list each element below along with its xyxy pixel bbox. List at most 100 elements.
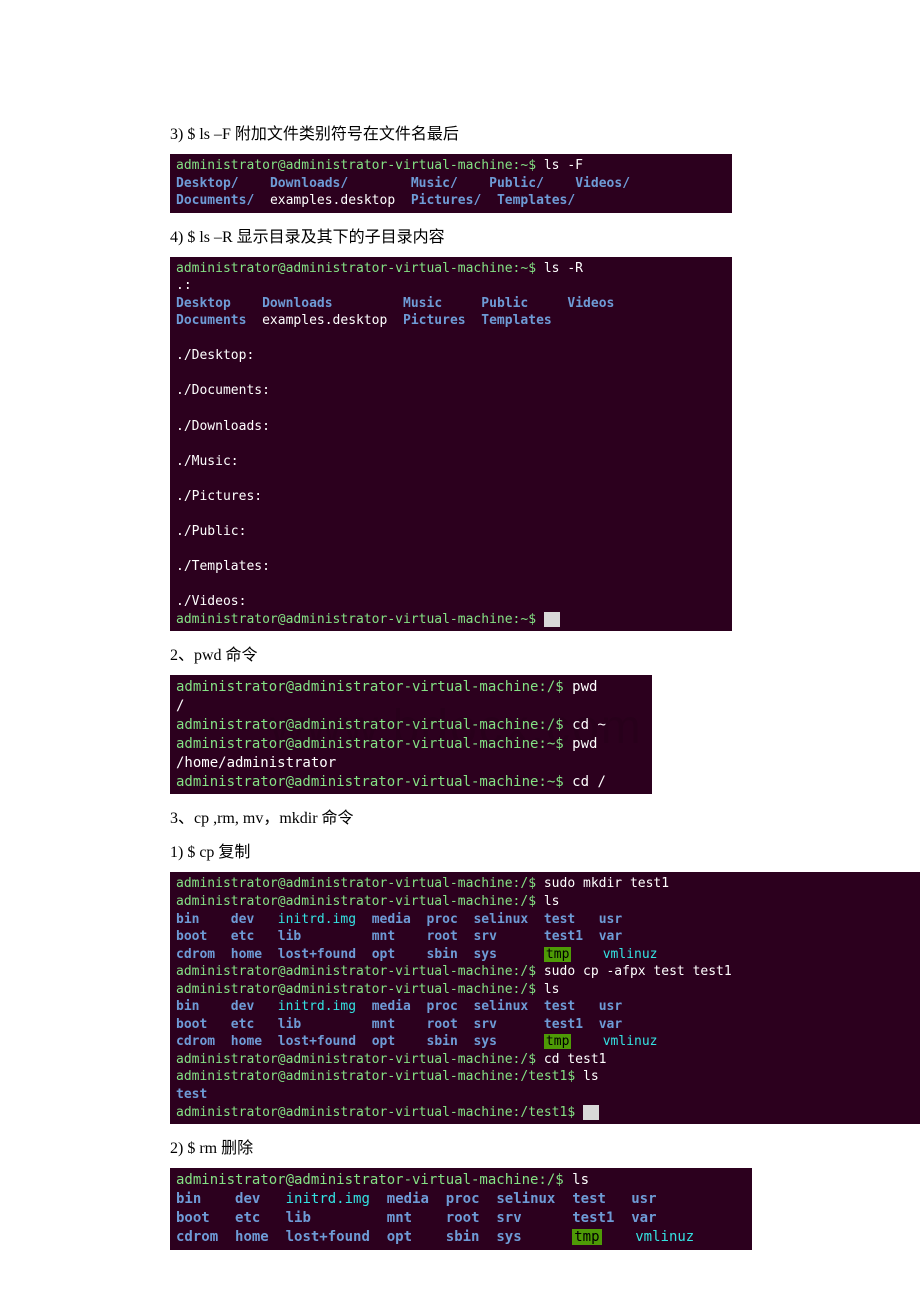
cmd: ls	[544, 982, 560, 997]
cmd: pwd	[572, 736, 597, 752]
prompt: administrator@administrator-virtual-mach…	[176, 876, 536, 891]
entry: initrd.img	[286, 1191, 370, 1207]
entry: cdrom	[176, 947, 215, 962]
entry: boot	[176, 1017, 207, 1032]
terminal-lsF: administrator@administrator-virtual-mach…	[170, 154, 732, 213]
entry: test	[176, 1087, 207, 1102]
prompt: administrator@administrator-virtual-mach…	[176, 1105, 575, 1120]
cmd: cd /	[572, 774, 606, 790]
entry: test1	[544, 929, 583, 944]
entry: var	[631, 1210, 656, 1226]
entry: dev	[231, 912, 254, 927]
heading-lsF: 3) $ ls –F 附加文件类别符号在文件名最后	[170, 120, 750, 144]
entry: mnt	[387, 1210, 412, 1226]
entry: boot	[176, 1210, 210, 1226]
prompt: administrator@administrator-virtual-mach…	[176, 982, 536, 997]
prompt: administrator@administrator-virtual-mach…	[176, 612, 536, 627]
entry: Desktop/	[176, 176, 239, 191]
document-page: 3) $ ls –F 附加文件类别符号在文件名最后 administrator@…	[0, 0, 920, 1290]
entry: boot	[176, 929, 207, 944]
entry: lib	[278, 929, 301, 944]
entry: vmlinuz	[635, 1229, 694, 1245]
prompt: administrator@administrator-virtual-mach…	[176, 158, 536, 173]
subdir: ./Templates:	[176, 559, 270, 574]
entry: bin	[176, 912, 199, 927]
entry: cdrom	[176, 1229, 218, 1245]
entry: sbin	[427, 1034, 458, 1049]
entry: sbin	[427, 947, 458, 962]
terminal-rm: administrator@administrator-virtual-mach…	[170, 1168, 752, 1250]
entry: Music	[403, 296, 442, 311]
entry: cdrom	[176, 1034, 215, 1049]
entry: srv	[496, 1210, 521, 1226]
entry: Pictures	[403, 313, 466, 328]
entry: srv	[473, 929, 496, 944]
entry: examples.desktop	[270, 193, 395, 208]
entry: Videos	[567, 296, 614, 311]
cmd: ls	[572, 1172, 589, 1188]
entry: usr	[599, 912, 622, 927]
entry: test1	[544, 1017, 583, 1032]
entry: home	[231, 1034, 262, 1049]
cmd: ls	[544, 894, 560, 909]
prompt: administrator@administrator-virtual-mach…	[176, 261, 536, 276]
entry: lost+found	[286, 1229, 370, 1245]
cmd: cd ~	[572, 717, 606, 733]
entry: lib	[286, 1210, 311, 1226]
entry: etc	[235, 1210, 260, 1226]
entry: proc	[446, 1191, 480, 1207]
entry: selinux	[473, 999, 528, 1014]
entry: test	[544, 999, 575, 1014]
entry: Pictures/	[411, 193, 481, 208]
entry: dev	[231, 999, 254, 1014]
entry: selinux	[496, 1191, 555, 1207]
subdir: ./Pictures:	[176, 489, 262, 504]
entry: mnt	[372, 929, 395, 944]
entry: opt	[372, 947, 395, 962]
entry: media	[372, 912, 411, 927]
entry: media	[372, 999, 411, 1014]
entry: usr	[631, 1191, 656, 1207]
entry: Templates/	[497, 193, 575, 208]
prompt: administrator@administrator-virtual-mach…	[176, 1052, 536, 1067]
entry: var	[599, 1017, 622, 1032]
entry: bin	[176, 1191, 201, 1207]
entry: srv	[473, 1017, 496, 1032]
cursor-icon	[544, 612, 560, 627]
entry: test1	[572, 1210, 614, 1226]
terminal-lsR: administrator@administrator-virtual-mach…	[170, 257, 732, 631]
terminal-pwd: administrator@administrator-virtual-mach…	[170, 675, 652, 794]
entry: proc	[427, 999, 458, 1014]
entry: home	[231, 947, 262, 962]
entry: root	[446, 1210, 480, 1226]
subdir: ./Documents:	[176, 383, 270, 398]
entry: sys	[473, 947, 496, 962]
entry: tmp	[544, 1034, 571, 1049]
heading-cp-section: 3、cp ,rm, mv，mkdir 命令	[170, 804, 750, 828]
entry: lost+found	[278, 947, 356, 962]
prompt: administrator@administrator-virtual-mach…	[176, 774, 564, 790]
subdir: ./Videos:	[176, 594, 246, 609]
entry: Downloads/	[270, 176, 348, 191]
prompt: administrator@administrator-virtual-mach…	[176, 736, 564, 752]
entry: root	[427, 1017, 458, 1032]
entry: Videos/	[575, 176, 630, 191]
prompt: administrator@administrator-virtual-mach…	[176, 1172, 564, 1188]
entry: Templates	[481, 313, 551, 328]
cmd: ls -R	[544, 261, 583, 276]
cmd: cd test1	[544, 1052, 607, 1067]
entry: tmp	[544, 947, 571, 962]
entry: lib	[278, 1017, 301, 1032]
cmd: ls -F	[544, 158, 583, 173]
heading-lsR: 4) $ ls –R 显示目录及其下的子目录内容	[170, 223, 750, 247]
entry: etc	[231, 1017, 254, 1032]
entry: test	[544, 912, 575, 927]
entry: test	[572, 1191, 606, 1207]
entry: mnt	[372, 1017, 395, 1032]
output: /	[176, 698, 184, 714]
prompt: administrator@administrator-virtual-mach…	[176, 1069, 575, 1084]
entry: opt	[372, 1034, 395, 1049]
entry: sys	[496, 1229, 521, 1245]
prompt: administrator@administrator-virtual-mach…	[176, 679, 564, 695]
entry: var	[599, 929, 622, 944]
